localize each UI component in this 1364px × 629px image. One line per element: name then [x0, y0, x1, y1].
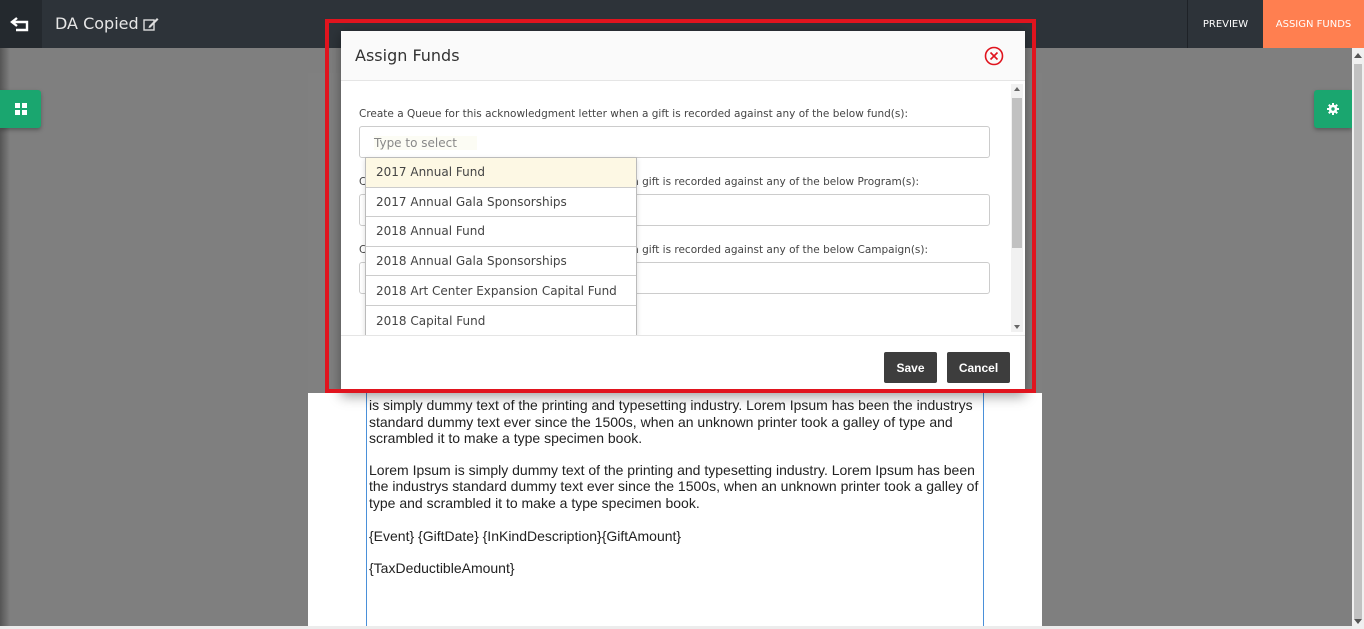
letter-editor[interactable]: is simply dummy text of the printing and… [366, 393, 984, 629]
editor-merge-fields: {TaxDeductibleAmount} [369, 559, 515, 576]
fund-select-input[interactable]: Type to select [359, 126, 990, 158]
program-label-suffix: a gift is recorded against any of the be… [632, 176, 919, 188]
left-panel-toggle[interactable] [0, 90, 41, 128]
fund-select-placeholder: Type to select [374, 136, 477, 150]
modal-footer: Save Cancel [341, 335, 1025, 393]
document-title: DA Copied [55, 14, 159, 33]
campaign-label-suffix: a gift is recorded against any of the be… [632, 244, 929, 256]
assign-funds-modal: Assign Funds Create a Queue for this ack… [341, 31, 1025, 393]
fund-label: Create a Queue for this acknowledgment l… [359, 108, 908, 120]
editor-merge-fields: {Event} {GiftDate} {InKindDescription}{G… [369, 528, 682, 544]
gear-icon [1327, 103, 1339, 115]
dropdown-option[interactable]: 2018 Capital Fund [366, 306, 636, 335]
dropdown-option[interactable]: 2018 Annual Gala Sponsorships [366, 247, 636, 277]
modal-title: Assign Funds [355, 46, 460, 65]
dropdown-option[interactable]: 2017 Annual Gala Sponsorships [366, 188, 636, 218]
back-button[interactable] [0, 0, 42, 48]
grid-icon [14, 103, 27, 115]
close-icon[interactable] [984, 46, 1004, 66]
modal-body: Create a Queue for this acknowledgment l… [341, 81, 1025, 335]
modal-body-scrollbar[interactable] [1011, 84, 1023, 332]
document-title-text: DA Copied [55, 14, 139, 33]
fund-dropdown-list: 2017 Annual Fund 2017 Annual Gala Sponso… [365, 157, 637, 335]
assign-funds-button[interactable]: ASSIGN FUNDS [1263, 0, 1364, 48]
top-actions: PREVIEW ASSIGN FUNDS [1187, 0, 1364, 48]
save-button[interactable]: Save [884, 352, 937, 383]
left-edge-shadow [0, 48, 10, 629]
scroll-down-arrow[interactable] [1354, 619, 1362, 624]
preview-button[interactable]: PREVIEW [1187, 0, 1263, 48]
modal-scroll-down-arrow[interactable] [1014, 325, 1020, 329]
dropdown-option[interactable]: 2017 Annual Fund [366, 158, 636, 188]
dropdown-option[interactable]: 2018 Art Center Expansion Capital Fund [366, 276, 636, 306]
scroll-up-arrow[interactable] [1354, 53, 1362, 58]
dropdown-option[interactable]: 2018 Annual Fund [366, 217, 636, 247]
modal-scroll-up-arrow[interactable] [1014, 87, 1020, 91]
cancel-button[interactable]: Cancel [947, 352, 1010, 383]
page-scrollbar[interactable] [1352, 48, 1364, 629]
settings-panel-toggle[interactable] [1314, 90, 1352, 128]
editor-paragraph: is simply dummy text of the printing and… [369, 397, 973, 446]
modal-scroll-thumb[interactable] [1012, 98, 1022, 248]
back-arrow-icon [10, 17, 29, 32]
editor-paragraph: Lorem Ipsum is simply dummy text of the … [369, 461, 979, 511]
scroll-thumb[interactable] [1354, 64, 1362, 619]
edit-icon[interactable] [142, 17, 159, 31]
modal-header: Assign Funds [341, 31, 1025, 81]
